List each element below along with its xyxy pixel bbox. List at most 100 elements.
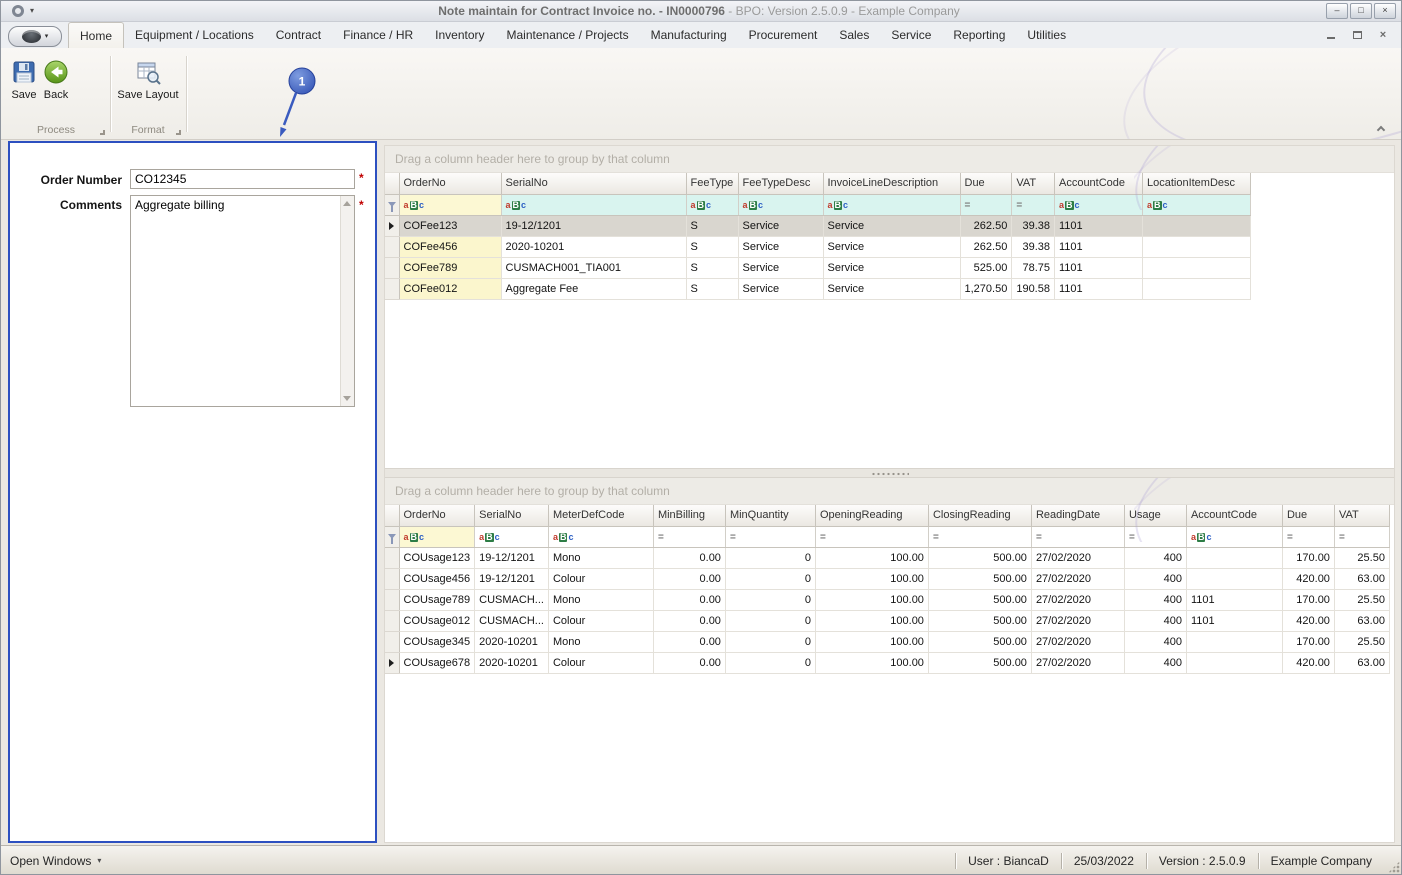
cell[interactable]: COFee012 (399, 278, 501, 299)
cell[interactable]: 0 (725, 568, 815, 589)
column-header-feetype[interactable]: FeeType (686, 173, 738, 194)
cell[interactable]: 1101 (1054, 215, 1142, 236)
cell[interactable]: Service (823, 236, 960, 257)
cell[interactable]: 100.00 (815, 589, 928, 610)
cell[interactable]: Service (823, 257, 960, 278)
cell[interactable]: 525.00 (960, 257, 1012, 278)
filter-cell[interactable]: aBc (501, 194, 686, 215)
cell[interactable]: Service (738, 236, 823, 257)
cell[interactable]: S (686, 236, 738, 257)
cell[interactable]: S (686, 257, 738, 278)
tab-manufacturing[interactable]: Manufacturing (640, 22, 738, 48)
cell[interactable]: 262.50 (960, 236, 1012, 257)
cell[interactable]: COUsage678 (399, 652, 475, 673)
cell[interactable]: Mono (548, 631, 653, 652)
cell[interactable]: 1101 (1054, 236, 1142, 257)
filter-cell[interactable]: aBc (1054, 194, 1142, 215)
cell[interactable]: CUSMACH... (475, 610, 549, 631)
filter-cell[interactable]: = (815, 526, 928, 547)
cell[interactable]: 19-12/1201 (475, 568, 549, 589)
cell[interactable]: 170.00 (1282, 589, 1334, 610)
mdi-close-button[interactable]: × (1376, 28, 1390, 42)
cell[interactable] (1186, 547, 1282, 568)
cell[interactable]: 170.00 (1282, 631, 1334, 652)
scroll-down-icon[interactable] (343, 396, 351, 401)
cell[interactable]: 63.00 (1334, 610, 1389, 631)
filter-cell[interactable]: aBc (399, 194, 501, 215)
cell[interactable]: 0 (725, 652, 815, 673)
cell[interactable]: 170.00 (1282, 547, 1334, 568)
cell[interactable]: 0.00 (653, 547, 725, 568)
cell[interactable]: S (686, 278, 738, 299)
column-header-orderno[interactable]: OrderNo (399, 173, 501, 194)
close-button[interactable]: × (1374, 3, 1396, 19)
cell[interactable]: 0 (725, 547, 815, 568)
cell[interactable] (1142, 215, 1250, 236)
tab-sales[interactable]: Sales (828, 22, 880, 48)
cell[interactable]: 262.50 (960, 215, 1012, 236)
comments-scrollbar[interactable] (340, 196, 354, 406)
filter-cell[interactable]: aBc (1142, 194, 1250, 215)
mdi-minimize-button[interactable] (1324, 28, 1338, 42)
cell[interactable]: 2020-10201 (475, 631, 549, 652)
cell[interactable]: 400 (1124, 568, 1186, 589)
cell[interactable]: 500.00 (928, 568, 1031, 589)
cell[interactable]: 1101 (1054, 257, 1142, 278)
column-header-accountcode[interactable]: AccountCode (1186, 505, 1282, 526)
column-header-feetypedesc[interactable]: FeeTypeDesc (738, 173, 823, 194)
column-header-serialno[interactable]: SerialNo (475, 505, 549, 526)
cell[interactable]: Service (738, 278, 823, 299)
cell[interactable]: 100.00 (815, 610, 928, 631)
comments-input[interactable]: Aggregate billing (131, 196, 354, 406)
tab-utilities[interactable]: Utilities (1016, 22, 1077, 48)
cell[interactable]: 25.50 (1334, 589, 1389, 610)
column-header-due[interactable]: Due (960, 173, 1012, 194)
scroll-up-icon[interactable] (343, 201, 351, 206)
tab-home[interactable]: Home (68, 22, 124, 48)
cell[interactable]: 400 (1124, 589, 1186, 610)
cell[interactable]: Aggregate Fee (501, 278, 686, 299)
cell[interactable]: 420.00 (1282, 568, 1334, 589)
tab-equipment-locations[interactable]: Equipment / Locations (124, 22, 265, 48)
cell[interactable]: 78.75 (1012, 257, 1055, 278)
cell[interactable]: 0.00 (653, 652, 725, 673)
cell[interactable] (1142, 278, 1250, 299)
tab-maintenance-projects[interactable]: Maintenance / Projects (496, 22, 640, 48)
cell[interactable]: COFee456 (399, 236, 501, 257)
cell[interactable]: 500.00 (928, 547, 1031, 568)
cell[interactable]: COFee789 (399, 257, 501, 278)
tab-service[interactable]: Service (880, 22, 942, 48)
filter-cell[interactable]: = (1124, 526, 1186, 547)
cell[interactable]: CUSMACH... (475, 589, 549, 610)
tab-reporting[interactable]: Reporting (942, 22, 1016, 48)
cell[interactable]: 500.00 (928, 610, 1031, 631)
filter-cell[interactable]: = (928, 526, 1031, 547)
filter-cell[interactable]: aBc (823, 194, 960, 215)
cell[interactable]: 2020-10201 (475, 652, 549, 673)
filter-cell[interactable]: aBc (686, 194, 738, 215)
back-button[interactable]: Back (40, 55, 72, 105)
cell[interactable]: Service (823, 215, 960, 236)
cell[interactable]: 100.00 (815, 547, 928, 568)
filter-cell[interactable]: = (1012, 194, 1055, 215)
column-header-readingdate[interactable]: ReadingDate (1031, 505, 1124, 526)
cell[interactable]: COUsage456 (399, 568, 475, 589)
filter-cell[interactable]: = (1282, 526, 1334, 547)
cell[interactable] (1186, 568, 1282, 589)
column-header-openingreading[interactable]: OpeningReading (815, 505, 928, 526)
cell[interactable]: 27/02/2020 (1031, 610, 1124, 631)
filter-cell[interactable]: = (1031, 526, 1124, 547)
tab-procurement[interactable]: Procurement (738, 22, 829, 48)
cell[interactable]: Colour (548, 652, 653, 673)
cell[interactable]: 100.00 (815, 631, 928, 652)
dialog-launcher-icon[interactable] (100, 130, 105, 135)
quick-access-caret-icon[interactable]: ▾ (30, 7, 34, 15)
filter-cell[interactable]: aBc (475, 526, 549, 547)
cell[interactable]: 190.58 (1012, 278, 1055, 299)
filter-cell[interactable]: aBc (1186, 526, 1282, 547)
cell[interactable]: COUsage345 (399, 631, 475, 652)
cell[interactable]: COUsage123 (399, 547, 475, 568)
cell[interactable]: 500.00 (928, 652, 1031, 673)
collapse-ribbon-button[interactable] (1376, 123, 1386, 133)
cell[interactable]: 63.00 (1334, 652, 1389, 673)
